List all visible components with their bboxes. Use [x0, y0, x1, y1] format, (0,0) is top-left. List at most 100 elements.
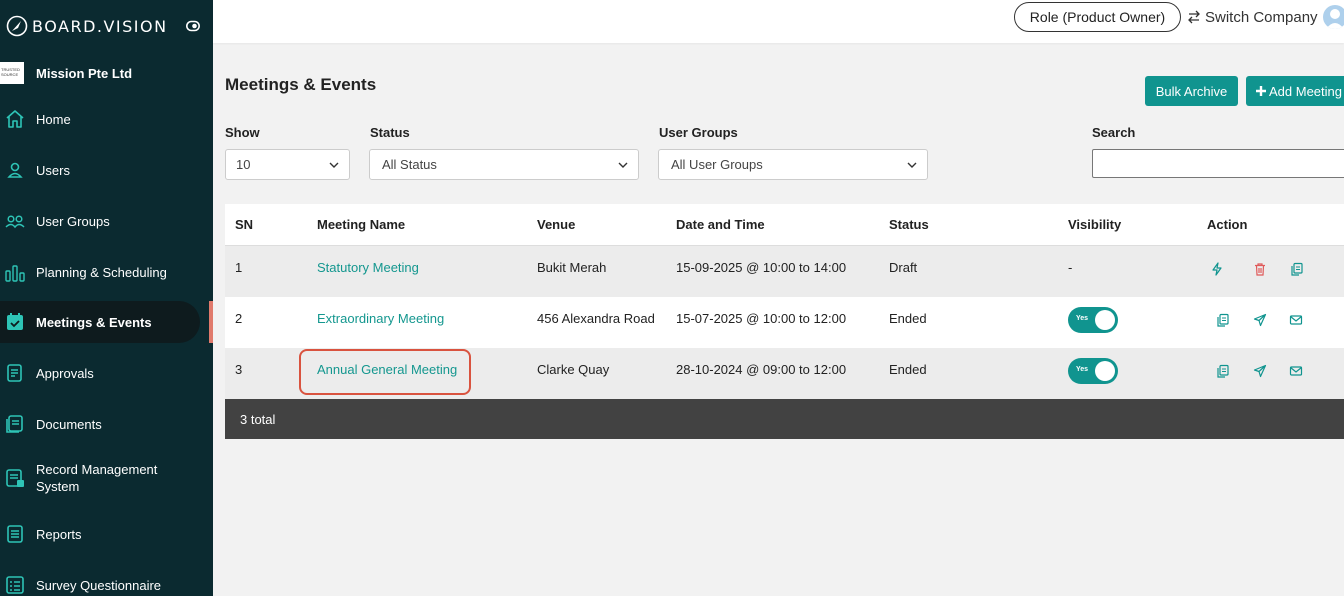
sidebar-item-label: Reports: [36, 526, 82, 542]
row-sn: 1: [235, 260, 243, 275]
sidebar-item-label: Record Management System: [36, 462, 158, 494]
calendar-check-icon: [7, 313, 23, 330]
role-button[interactable]: Role (Product Owner): [1014, 2, 1181, 32]
survey-icon: [6, 576, 24, 594]
column-header[interactable]: Meeting Name: [317, 217, 405, 232]
search-input[interactable]: [1092, 149, 1344, 178]
sidebar-item-label: User Groups: [36, 213, 110, 229]
row-visibility: -: [1068, 260, 1073, 275]
table-row: 3 Annual General Meeting Clarke Quay 28-…: [225, 348, 1344, 399]
add-meeting-button[interactable]: Add Meeting: [1246, 76, 1344, 106]
user-groups-icon: [5, 215, 25, 229]
highlight-box: [299, 349, 471, 395]
send-icon[interactable]: [1253, 364, 1267, 378]
send-icon[interactable]: [1253, 313, 1267, 327]
sidebar-item-record-management[interactable]: Record Management System: [0, 457, 200, 499]
total-count: 3 total: [240, 412, 276, 427]
sidebar-item-reports[interactable]: Reports: [0, 513, 200, 555]
copy-icon[interactable]: [1216, 364, 1230, 378]
toggle-label: Yes: [1076, 315, 1089, 322]
row-status: Ended: [889, 362, 927, 377]
document-icon: [7, 364, 22, 382]
sidebar-item-label: Users: [36, 162, 70, 178]
table-footer: 3 total: [225, 399, 1344, 439]
documents-icon: [6, 415, 23, 433]
logo-mark-icon: [6, 15, 28, 37]
sidebar-item-label: Survey Questionnaire: [36, 577, 162, 593]
switch-company-link[interactable]: Switch Company: [1187, 6, 1318, 28]
toggle-knob: [1095, 361, 1115, 381]
chevron-down-icon: [329, 162, 339, 168]
company-name: Mission Pte Ltd: [36, 65, 133, 81]
status-label: Status: [370, 125, 410, 140]
lightning-icon[interactable]: [1210, 262, 1224, 276]
sidebar-item-approvals[interactable]: Approvals: [0, 352, 200, 394]
swap-icon: [1188, 10, 1200, 24]
eye-toggle-icon[interactable]: [186, 20, 200, 32]
column-header[interactable]: SN: [235, 217, 253, 232]
copy-icon[interactable]: [1290, 262, 1304, 276]
record-icon: [6, 469, 24, 487]
row-datetime: 28-10-2024 @ 09:00 to 12:00: [676, 362, 847, 377]
home-icon: [6, 110, 24, 128]
page-title: Meetings & Events: [225, 75, 377, 94]
user-groups-select-value: All User Groups: [671, 157, 763, 172]
sidebar-item-label: Documents: [36, 416, 102, 432]
sidebar-item-label: Approvals: [36, 365, 94, 381]
column-header[interactable]: Venue: [537, 217, 575, 232]
row-venue: Bukit Merah: [537, 260, 607, 275]
sidebar-item-label: Meetings & Events: [36, 314, 152, 330]
column-header[interactable]: Visibility: [1068, 217, 1121, 232]
row-venue: Clarke Quay: [537, 362, 610, 377]
column-header[interactable]: Date and Time: [676, 217, 765, 232]
row-datetime: 15-09-2025 @ 10:00 to 14:00: [676, 260, 847, 275]
sidebar-item-meetings[interactable]: Meetings & Events: [0, 301, 200, 343]
meeting-name-link[interactable]: Statutory Meeting: [317, 260, 419, 275]
plus-icon: [1256, 86, 1266, 96]
sidebar-item-planning[interactable]: Planning & Scheduling: [0, 251, 200, 293]
sidebar-item-user-groups[interactable]: User Groups: [0, 200, 200, 242]
visibility-toggle[interactable]: Yes: [1068, 307, 1118, 333]
sidebar-item-users[interactable]: Users: [0, 149, 200, 191]
report-icon: [7, 525, 23, 543]
status-select-value: All Status: [382, 157, 437, 172]
sidebar-item-documents[interactable]: Documents: [0, 403, 200, 445]
user-groups-label: User Groups: [659, 125, 738, 140]
sidebar-item-label: Home: [36, 111, 71, 127]
sidebar-item-home[interactable]: Home: [0, 98, 200, 140]
chevron-down-icon: [618, 162, 628, 168]
switch-company-label: Switch Company: [1205, 8, 1318, 26]
copy-icon[interactable]: [1216, 313, 1230, 327]
sidebar: BOARD.VISION TRUSTED SOURCE Mission Pte …: [0, 0, 213, 596]
brand-name: BOARD.VISION: [32, 16, 168, 36]
show-select-value: 10: [236, 157, 251, 172]
status-select[interactable]: All Status: [369, 149, 639, 180]
search-label: Search: [1092, 125, 1136, 140]
bulk-archive-button[interactable]: Bulk Archive: [1145, 76, 1238, 106]
toggle-knob: [1095, 310, 1115, 330]
mail-icon[interactable]: [1289, 313, 1303, 327]
sidebar-item-label: Planning & Scheduling: [36, 264, 167, 280]
brand-logo[interactable]: BOARD.VISION: [0, 12, 213, 40]
row-datetime: 15-07-2025 @ 10:00 to 12:00: [676, 311, 847, 326]
mail-icon[interactable]: [1289, 364, 1303, 378]
table-header: SN Meeting Name Venue Date and Time Stat…: [225, 204, 1344, 246]
company-selector[interactable]: TRUSTED SOURCE Mission Pte Ltd: [0, 60, 213, 86]
show-select[interactable]: 10: [225, 149, 350, 180]
column-header[interactable]: Status: [889, 217, 929, 232]
meetings-table: SN Meeting Name Venue Date and Time Stat…: [225, 204, 1344, 439]
company-logo: TRUSTED SOURCE: [0, 62, 24, 84]
meeting-name-link[interactable]: Extraordinary Meeting: [317, 311, 444, 326]
avatar[interactable]: [1323, 5, 1344, 29]
user-icon: [7, 162, 23, 178]
user-groups-select[interactable]: All User Groups: [658, 149, 928, 180]
column-header[interactable]: Action: [1207, 217, 1247, 232]
table-row: 1 Statutory Meeting Bukit Merah 15-09-20…: [225, 246, 1344, 297]
sidebar-item-survey[interactable]: Survey Questionnaire: [0, 564, 200, 596]
row-status: Draft: [889, 260, 918, 275]
trash-icon[interactable]: [1253, 262, 1267, 276]
toggle-label: Yes: [1076, 366, 1089, 373]
add-meeting-label: Add Meeting: [1269, 83, 1342, 99]
visibility-toggle[interactable]: Yes: [1068, 358, 1118, 384]
bar-chart-icon: [5, 265, 25, 282]
